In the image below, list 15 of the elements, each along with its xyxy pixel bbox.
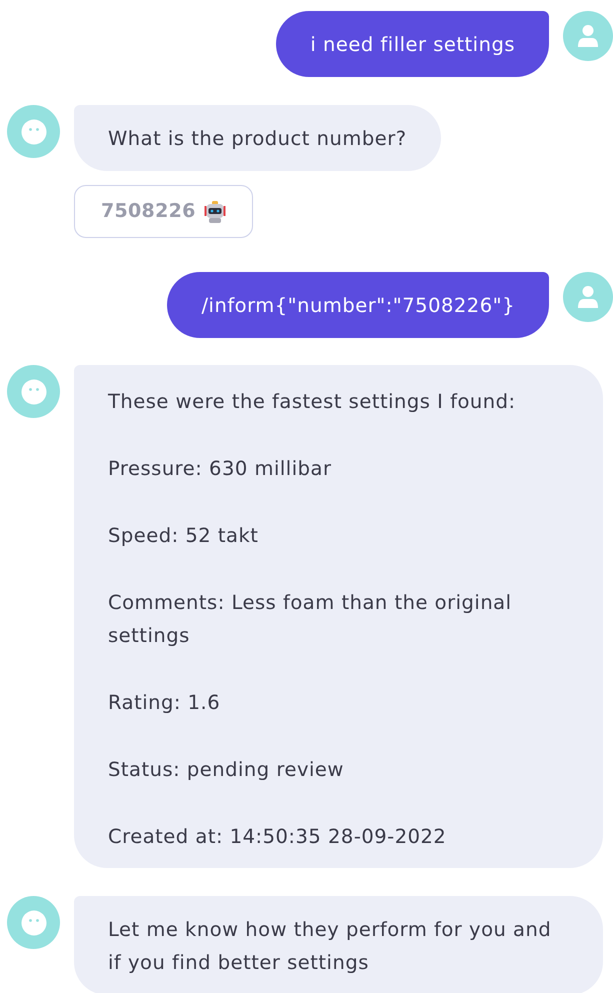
message-text: Pressure: 630 millibar [108, 456, 332, 482]
message-text: Created at: 14:50:35 28-09-2022 [108, 824, 448, 850]
message-text: Status: pending review [108, 757, 345, 783]
bot-message-bubble: Let me know how they perform for you and if you find better settings [74, 896, 603, 993]
message-text: Rating: 1.6 [108, 690, 222, 716]
user-message-bubble: /inform{"number":"7508226"} [167, 272, 549, 338]
quick-reply-button[interactable]: 7508226 [74, 185, 253, 238]
user-message-bubble: i need filler settings [276, 11, 549, 77]
message-text: Speed: 52 takt [108, 523, 260, 549]
message-text: These were the fastest settings I found: [108, 389, 517, 415]
robot-icon [204, 200, 226, 224]
message-text: Comments: Less foam than the original settings [108, 590, 513, 649]
user-avatar [563, 11, 613, 61]
user-avatar [563, 272, 613, 322]
bot-message-bubble: What is the product number? [74, 105, 441, 171]
